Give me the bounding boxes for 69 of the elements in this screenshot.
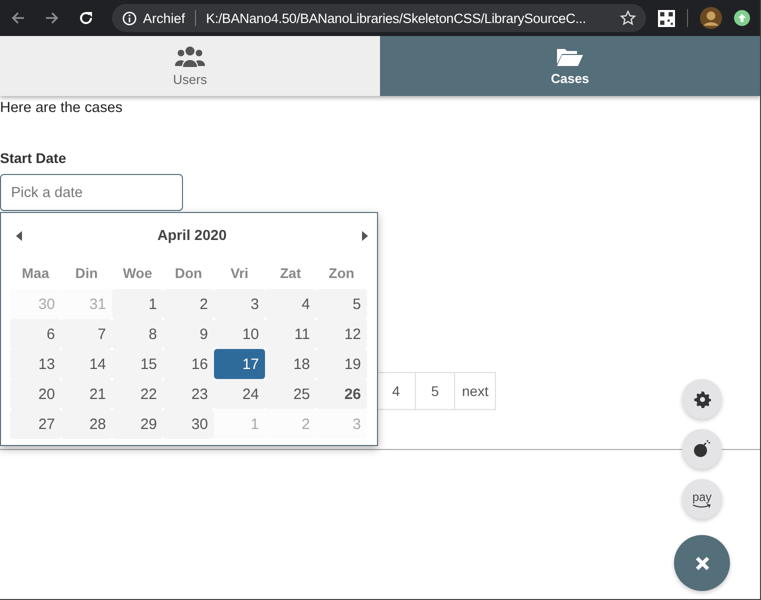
calendar-day[interactable]: 20	[10, 379, 61, 409]
users-icon	[175, 46, 205, 68]
calendar-day[interactable]: 23	[163, 379, 214, 409]
star-icon[interactable]	[620, 10, 636, 26]
weekday-label: Zon	[328, 264, 356, 283]
pay-button[interactable]: pay	[682, 479, 722, 519]
site-label: Archief	[143, 10, 186, 26]
previous-month-icon[interactable]	[16, 231, 22, 241]
bomb-icon	[693, 440, 711, 458]
settings-icon	[694, 390, 710, 408]
weekday-label: Zat	[279, 264, 302, 283]
page-link[interactable]: next	[454, 372, 496, 410]
calendar-day[interactable]: 8	[112, 319, 163, 349]
tab[interactable]: Users	[0, 36, 380, 96]
calendar-day[interactable]: 26	[316, 379, 367, 409]
field-label: Start Date	[0, 150, 68, 166]
calendar-day[interactable]: 22	[112, 379, 163, 409]
settings-button[interactable]	[682, 379, 722, 419]
calendar-day[interactable]: 11	[265, 319, 316, 349]
calendar-day[interactable]: 25	[265, 379, 316, 409]
address-bar[interactable]: Archief K:/BANano4.50/BANanoLibraries/SkeletonCSS/LibrarySourceC...	[112, 4, 646, 32]
weekday-label: Din	[74, 264, 99, 283]
calendar-day[interactable]: 15	[112, 349, 163, 379]
avatar-icon[interactable]	[700, 7, 722, 29]
calendar-day[interactable]: 16	[163, 349, 214, 379]
calendar-day[interactable]: 17	[214, 349, 265, 379]
close-icon	[694, 556, 710, 570]
calendar-day[interactable]: 3	[214, 289, 265, 319]
calendar-day[interactable]: 28	[61, 409, 112, 439]
bomb-button[interactable]	[682, 429, 722, 469]
weekday-label: Vri	[230, 264, 250, 283]
calendar-day[interactable]: 30	[163, 409, 214, 439]
weekday-label: Don	[174, 264, 204, 283]
calendar-day[interactable]: 18	[265, 349, 316, 379]
weekday-label: Woe	[122, 264, 154, 283]
intro-text: Here are the cases	[0, 99, 124, 116]
calendar-day[interactable]: 12	[316, 319, 367, 349]
smile-arrow-icon	[692, 504, 712, 508]
qr-code-icon[interactable]	[658, 10, 675, 26]
folder-icon	[556, 46, 584, 66]
info-icon	[122, 10, 137, 26]
close-button[interactable]	[674, 535, 730, 591]
calendar-day[interactable]: 4	[265, 289, 316, 319]
reload-icon[interactable]	[78, 10, 94, 26]
tab[interactable]: Cases	[380, 36, 760, 96]
calendar-day[interactable]: 13	[10, 349, 61, 379]
page-link[interactable]: 5	[415, 372, 455, 410]
calendar-day[interactable]: 7	[61, 319, 112, 349]
calendar-day[interactable]: 6	[10, 319, 61, 349]
forward-icon[interactable]	[44, 10, 60, 26]
page-link[interactable]: 4	[376, 372, 416, 410]
date-input[interactable]: Pick a date	[0, 174, 183, 211]
calendar-day[interactable]: 1	[112, 289, 163, 319]
calendar-day[interactable]: 14	[61, 349, 112, 379]
url-text: K:/BANano4.50/BANanoLibraries/SkeletonCSS/LibrarySourceC...	[206, 10, 587, 26]
calendar-day[interactable]: 10	[214, 319, 265, 349]
calendar-day[interactable]: 27	[10, 409, 61, 439]
back-icon[interactable]	[10, 10, 26, 26]
calendar-day[interactable]: 2	[163, 289, 214, 319]
calendar-day[interactable]: 29	[112, 409, 163, 439]
calendar-day[interactable]: 24	[214, 379, 265, 409]
calendar-day[interactable]: 21	[61, 379, 112, 409]
update-icon[interactable]	[734, 10, 750, 26]
weekday-label: Maa	[20, 264, 50, 283]
calendar-day[interactable]: 5	[316, 289, 367, 319]
month-title: April 2020	[157, 228, 227, 244]
next-month-icon[interactable]	[362, 231, 368, 241]
calendar-day[interactable]: 9	[163, 319, 214, 349]
calendar-day[interactable]: 19	[316, 349, 367, 379]
